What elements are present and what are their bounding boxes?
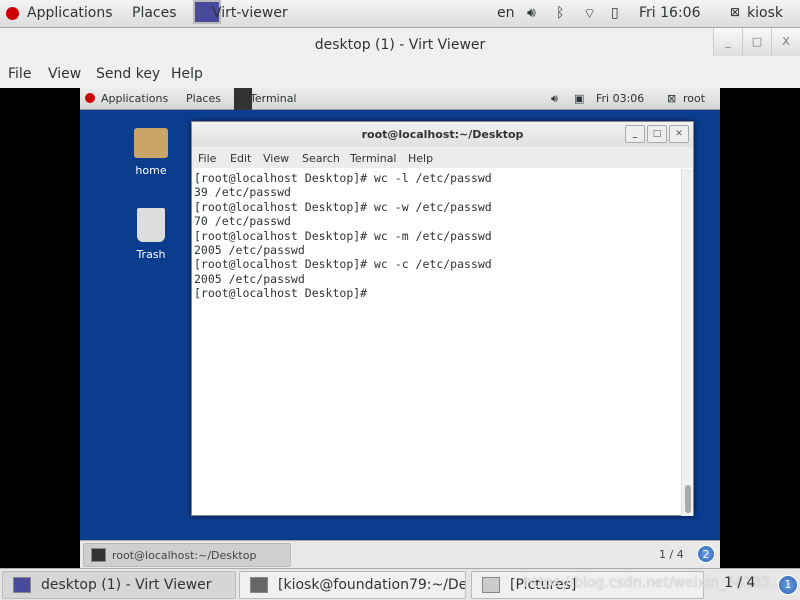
guest-task-label: root@localhost:~/Desktop [112, 549, 257, 562]
guest-notification-badge[interactable]: 2 [697, 545, 715, 563]
terminal-line: 2005 /etc/passwd [194, 271, 305, 286]
terminal-icon [250, 577, 268, 593]
host-task-label: [kiosk@foundation79:~/Des... [278, 577, 466, 593]
terminal-prompt-line: [root@localhost Desktop]# [194, 286, 375, 301]
menu-view[interactable]: View [48, 66, 81, 82]
redhat-icon [85, 93, 95, 103]
guest-workspace-indicator[interactable]: 1 / 4 [659, 548, 684, 561]
close-button[interactable]: X [771, 28, 800, 56]
terminal-line: [root@localhost Desktop]# wc -m /etc/pas… [194, 228, 492, 243]
virt-viewer-icon [13, 577, 31, 593]
desktop-icon-trash[interactable]: Trash [121, 208, 181, 261]
guest-places-menu[interactable]: Places [186, 92, 221, 105]
active-app-label[interactable]: Virt-viewer [212, 5, 288, 21]
guest-network-icon[interactable]: ▣ [574, 92, 584, 105]
menu-help[interactable]: Help [171, 66, 203, 82]
guest-user-menu[interactable]: root [683, 92, 705, 105]
language-indicator[interactable]: en [497, 5, 515, 21]
volume-icon[interactable]: 🔊︎ [527, 5, 536, 21]
terminal-close-button[interactable]: ✕ [669, 125, 689, 143]
host-taskbar: desktop (1) - Virt Viewer [kiosk@foundat… [0, 568, 800, 600]
host-notification-badge[interactable]: 1 [778, 575, 798, 595]
terminal-minimize-button[interactable]: _ [625, 125, 645, 143]
minimize-button[interactable]: _ [713, 28, 742, 56]
host-top-bar: Applications Places Virt-viewer en 🔊︎ ᛒ … [0, 0, 800, 28]
menu-file[interactable]: File [8, 66, 31, 82]
guest-taskbar: root@localhost:~/Desktop 1 / 4 2 [80, 540, 720, 568]
file-cabinet-icon [482, 577, 500, 593]
terminal-menu-edit[interactable]: Edit [230, 152, 251, 165]
terminal-menu-help[interactable]: Help [408, 152, 433, 165]
menu-bar: File View Send key Help [0, 62, 800, 88]
guest-applications-menu[interactable]: Applications [101, 92, 168, 105]
terminal-line: 39 /etc/passwd [194, 185, 291, 200]
user-menu[interactable]: kiosk [747, 5, 783, 21]
terminal-line: 2005 /etc/passwd [194, 243, 305, 258]
guest-user-icon: ⊠ [667, 92, 677, 105]
folder-home-icon [134, 128, 168, 158]
guest-active-app[interactable]: Terminal [250, 92, 297, 105]
host-workspace-indicator[interactable]: 1 / 4 [724, 575, 755, 591]
redhat-icon [6, 7, 19, 20]
terminal-line: [root@localhost Desktop]# wc -l /etc/pas… [194, 171, 492, 185]
terminal-line: [root@localhost Desktop]# wc -w /etc/pas… [194, 199, 492, 214]
terminal-title: root@localhost:~/Desktop [361, 128, 524, 141]
terminal-maximize-button[interactable]: □ [647, 125, 667, 143]
menu-send-key[interactable]: Send key [96, 66, 160, 82]
terminal-title-bar: root@localhost:~/Desktop _ □ ✕ [192, 122, 693, 147]
maximize-button[interactable]: □ [742, 28, 771, 56]
terminal-scrollbar[interactable] [681, 169, 693, 516]
terminal-menu-search[interactable]: Search [302, 152, 340, 165]
terminal-menu-bar: File Edit View Search Terminal Help [192, 147, 693, 168]
desktop-icon-label: home [135, 164, 167, 177]
battery-icon[interactable]: ▯ [611, 5, 619, 21]
desktop-icon-home[interactable]: home [121, 128, 181, 177]
host-task-terminal[interactable]: [kiosk@foundation79:~/Des... [239, 571, 466, 599]
applications-menu[interactable]: Applications [27, 5, 113, 21]
clock[interactable]: Fri 16:06 [639, 5, 700, 21]
guest-display[interactable]: Applications Places Terminal 🔊︎ ▣ Fri 03… [80, 88, 720, 568]
window-title-bar: desktop (1) - Virt Viewer _ □ X [0, 28, 800, 62]
guest-task-terminal[interactable]: root@localhost:~/Desktop [83, 543, 291, 567]
terminal-menu-view[interactable]: View [263, 152, 289, 165]
window-title: desktop (1) - Virt Viewer [314, 37, 486, 53]
terminal-output[interactable]: [root@localhost Desktop]# wc -l /etc/pas… [192, 169, 682, 516]
terminal-icon [91, 548, 106, 562]
bluetooth-icon[interactable]: ᛒ [556, 5, 564, 21]
guest-top-bar: Applications Places Terminal 🔊︎ ▣ Fri 03… [80, 88, 720, 110]
terminal-menu-file[interactable]: File [198, 152, 216, 165]
desktop-icon-label: Trash [136, 248, 166, 261]
terminal-line: 70 /etc/passwd [194, 214, 291, 229]
terminal-line: [root@localhost Desktop]# wc -c /etc/pas… [194, 257, 492, 272]
wifi-icon[interactable]: ⌔ [583, 5, 596, 23]
host-task-virt-viewer[interactable]: desktop (1) - Virt Viewer [2, 571, 236, 599]
places-menu[interactable]: Places [132, 5, 177, 21]
guest-volume-icon[interactable]: 🔊︎ [551, 92, 558, 106]
terminal-window[interactable]: root@localhost:~/Desktop _ □ ✕ File Edit… [191, 121, 694, 516]
user-icon: ⊠ [730, 5, 741, 19]
guest-clock[interactable]: Fri 03:06 [596, 92, 644, 105]
host-task-label: desktop (1) - Virt Viewer [41, 577, 212, 593]
scrollbar-thumb[interactable] [685, 485, 691, 513]
terminal-menu-terminal[interactable]: Terminal [350, 152, 397, 165]
trash-icon [137, 208, 165, 242]
